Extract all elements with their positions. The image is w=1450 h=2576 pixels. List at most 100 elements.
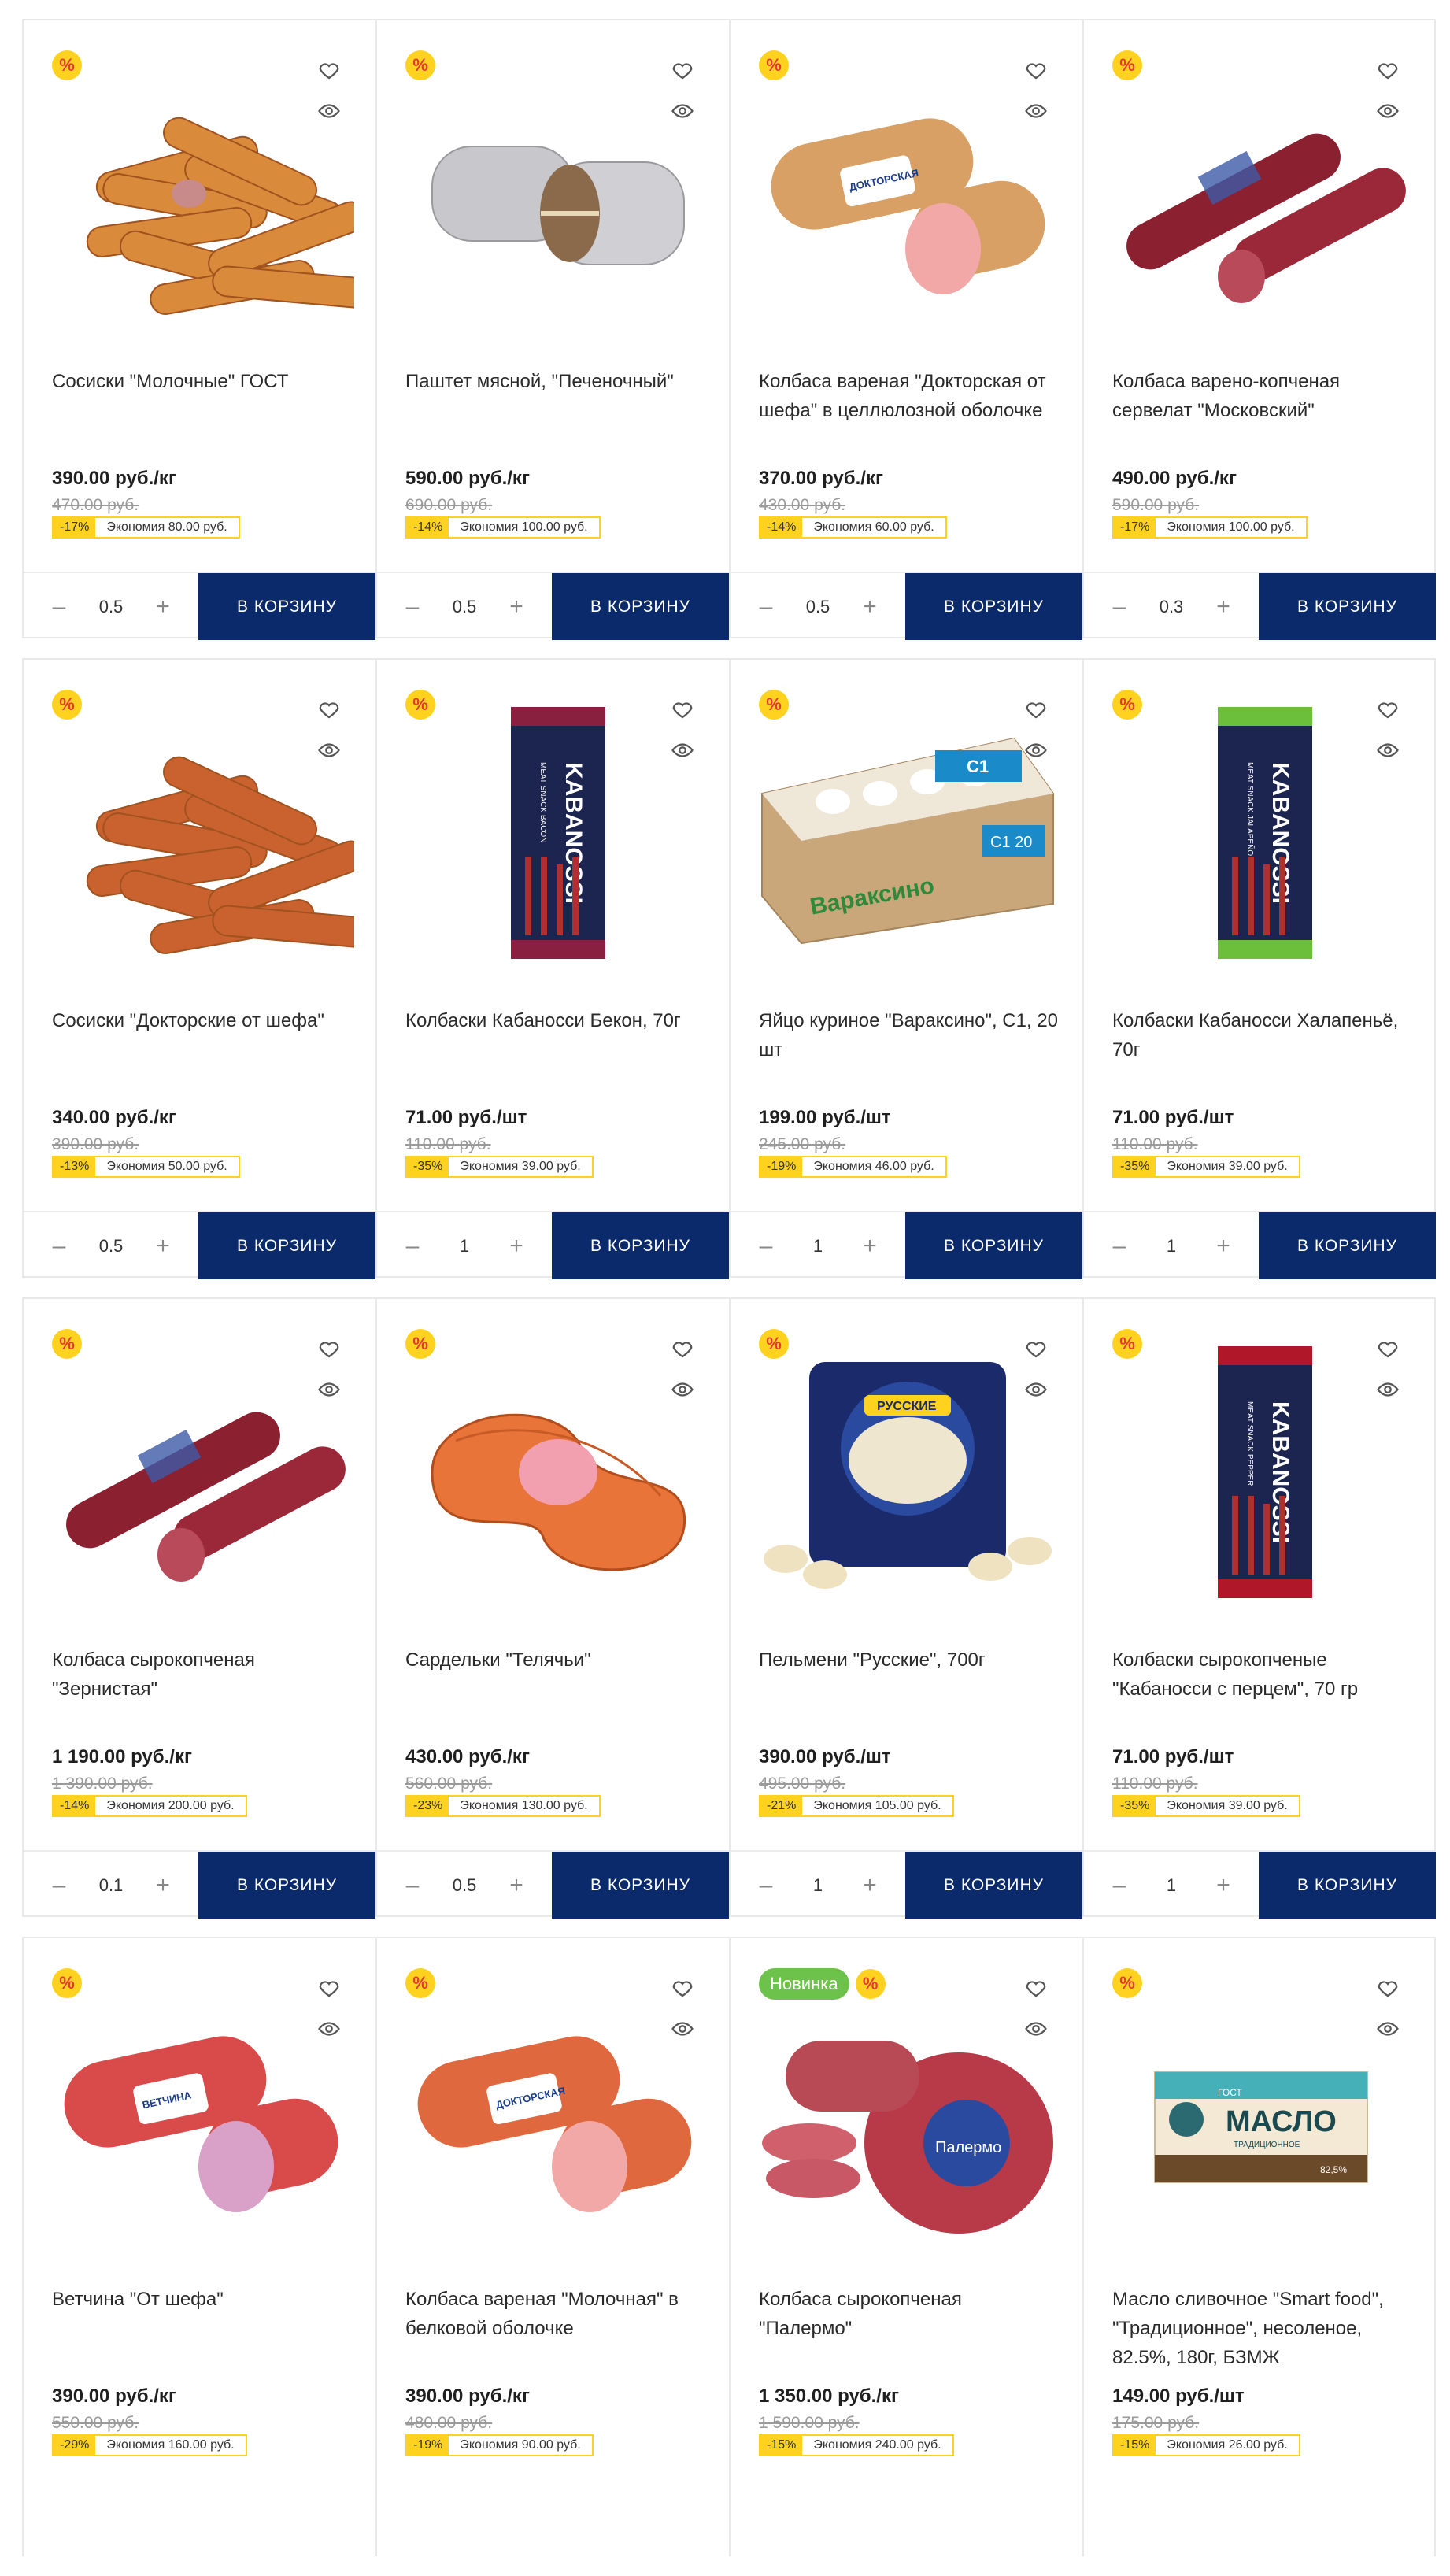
eye-icon[interactable] <box>1024 738 1048 762</box>
increase-button[interactable]: + <box>1211 1233 1235 1260</box>
decrease-button[interactable]: – <box>1108 1233 1131 1260</box>
product-image[interactable] <box>401 68 708 320</box>
add-to-cart-button[interactable]: В КОРЗИНУ <box>198 1852 375 1919</box>
quantity-value[interactable]: 0.5 <box>453 597 477 617</box>
product-name[interactable]: Колбаса сырокопченая "Зернистая" <box>52 1645 351 1704</box>
add-to-cart-button[interactable]: В КОРЗИНУ <box>198 1212 375 1279</box>
decrease-button[interactable]: – <box>401 1233 424 1260</box>
heart-icon[interactable] <box>317 698 341 721</box>
quantity-stepper[interactable]: – 0.5 + <box>24 573 198 640</box>
add-to-cart-button[interactable]: В КОРЗИНУ <box>1259 1212 1436 1279</box>
eye-icon[interactable] <box>1024 2017 1048 2041</box>
quantity-value[interactable]: 0.5 <box>453 1875 477 1896</box>
product-image[interactable] <box>401 1346 708 1598</box>
product-image[interactable]: ДОКТОРСКАЯ <box>401 1986 708 2237</box>
eye-icon[interactable] <box>1024 99 1048 123</box>
product-image[interactable] <box>47 68 379 320</box>
product-card[interactable]: % МАСЛО ТРАДИЦИОННОЕ ГОСТ 82,5% Масло сл… <box>1082 1937 1436 2556</box>
eye-icon[interactable] <box>671 1378 694 1401</box>
quantity-stepper[interactable]: – 1 + <box>1084 1212 1259 1279</box>
decrease-button[interactable]: – <box>754 594 778 620</box>
quantity-stepper[interactable]: – 0.3 + <box>1084 573 1259 640</box>
add-to-cart-button[interactable]: В КОРЗИНУ <box>198 573 375 640</box>
eye-icon[interactable] <box>1024 1378 1048 1401</box>
heart-icon[interactable] <box>1376 58 1400 82</box>
add-to-cart-button[interactable]: В КОРЗИНУ <box>1259 573 1436 640</box>
quantity-value[interactable]: 1 <box>1167 1875 1176 1896</box>
increase-button[interactable]: + <box>858 1872 882 1899</box>
product-card[interactable]: % KABANOSSI MEAT SNACK PEPPER Колбаски с… <box>1082 1297 1436 1919</box>
quantity-stepper[interactable]: – 1 + <box>731 1212 905 1279</box>
product-image[interactable]: C1 C1 20 Вараксино <box>754 707 1061 959</box>
decrease-button[interactable]: – <box>47 1233 71 1260</box>
product-name[interactable]: Паштет мясной, "Печеночный" <box>405 367 705 396</box>
eye-icon[interactable] <box>671 99 694 123</box>
decrease-button[interactable]: – <box>401 1872 424 1899</box>
quantity-value[interactable]: 0.5 <box>99 597 124 617</box>
decrease-button[interactable]: – <box>47 594 71 620</box>
product-name[interactable]: Масло сливочное "Smart food", "Традицион… <box>1112 2285 1411 2372</box>
increase-button[interactable]: + <box>505 594 528 620</box>
add-to-cart-button[interactable]: В КОРЗИНУ <box>905 1212 1082 1279</box>
increase-button[interactable]: + <box>858 594 882 620</box>
product-name[interactable]: Сардельки "Телячьи" <box>405 1645 705 1675</box>
decrease-button[interactable]: – <box>754 1233 778 1260</box>
eye-icon[interactable] <box>1376 2017 1400 2041</box>
product-card[interactable]: % ДОКТОРСКАЯ Колбаса вареная "Докторская… <box>729 19 1082 640</box>
product-image[interactable]: KABANOSSI MEAT SNACK BACON <box>401 707 708 959</box>
heart-icon[interactable] <box>1376 1337 1400 1360</box>
product-card[interactable]: % Сардельки "Телячьи" 430.00 руб./кг 560… <box>375 1297 729 1919</box>
product-image[interactable]: РУССКИЕ <box>754 1346 1061 1598</box>
quantity-value[interactable]: 1 <box>1167 1236 1176 1257</box>
quantity-value[interactable]: 0.1 <box>99 1875 124 1896</box>
product-card[interactable]: % KABANOSSI MEAT SNACK JALAPEÑO Колбаски… <box>1082 658 1436 1279</box>
heart-icon[interactable] <box>671 1976 694 2000</box>
heart-icon[interactable] <box>1024 58 1048 82</box>
increase-button[interactable]: + <box>151 594 175 620</box>
heart-icon[interactable] <box>671 58 694 82</box>
product-name[interactable]: Колбаски Кабаносси Бекон, 70г <box>405 1006 705 1035</box>
product-name[interactable]: Сосиски "Докторские от шефа" <box>52 1006 351 1035</box>
decrease-button[interactable]: – <box>47 1872 71 1899</box>
product-card[interactable]: % РУССКИЕ Пельмени "Русские", 700г 390.0… <box>729 1297 1082 1919</box>
eye-icon[interactable] <box>1376 1378 1400 1401</box>
product-image[interactable]: ДОКТОРСКАЯ <box>754 68 1061 320</box>
add-to-cart-button[interactable]: В КОРЗИНУ <box>905 1852 1082 1919</box>
heart-icon[interactable] <box>1024 698 1048 721</box>
quantity-value[interactable]: 1 <box>813 1236 823 1257</box>
heart-icon[interactable] <box>317 1976 341 2000</box>
quantity-stepper[interactable]: – 0.5 + <box>377 1852 552 1919</box>
increase-button[interactable]: + <box>151 1872 175 1899</box>
product-card[interactable]: % C1 C1 20 Вараксино Яйцо куриное "Варак… <box>729 658 1082 1279</box>
heart-icon[interactable] <box>317 1337 341 1360</box>
quantity-stepper[interactable]: – 1 + <box>377 1212 552 1279</box>
product-card[interactable]: Новинка% Палермо Колбаса сырокопченая "П… <box>729 1937 1082 2556</box>
quantity-stepper[interactable]: – 1 + <box>1084 1852 1259 1919</box>
product-name[interactable]: Яйцо куриное "Вараксино", С1, 20 шт <box>759 1006 1058 1064</box>
product-image[interactable]: Палермо <box>754 1986 1061 2237</box>
product-card[interactable]: % Колбаса варено-копченая сервелат "Моск… <box>1082 19 1436 640</box>
product-card[interactable]: % KABANOSSI MEAT SNACK BACON Колбаски Ка… <box>375 658 729 1279</box>
product-name[interactable]: Сосиски "Молочные" ГОСТ <box>52 367 351 396</box>
product-image[interactable] <box>1108 68 1415 320</box>
decrease-button[interactable]: – <box>1108 1872 1131 1899</box>
quantity-value[interactable]: 0.3 <box>1160 597 1184 617</box>
quantity-value[interactable]: 0.5 <box>806 597 830 617</box>
product-card[interactable]: % ВЕТЧИНА Ветчина "От шефа" 390.00 руб./… <box>22 1937 375 2556</box>
product-name[interactable]: Колбаски Кабаносси Халапеньё, 70г <box>1112 1006 1411 1064</box>
quantity-stepper[interactable]: – 0.5 + <box>731 573 905 640</box>
increase-button[interactable]: + <box>858 1233 882 1260</box>
add-to-cart-button[interactable]: В КОРЗИНУ <box>905 573 1082 640</box>
product-name[interactable]: Пельмени "Русские", 700г <box>759 1645 1058 1675</box>
eye-icon[interactable] <box>671 2017 694 2041</box>
heart-icon[interactable] <box>1376 698 1400 721</box>
quantity-stepper[interactable]: – 0.5 + <box>377 573 552 640</box>
eye-icon[interactable] <box>671 738 694 762</box>
heart-icon[interactable] <box>1376 1976 1400 2000</box>
quantity-stepper[interactable]: – 0.1 + <box>24 1852 198 1919</box>
product-name[interactable]: Колбаса вареная "Молочная" в белковой об… <box>405 2285 705 2343</box>
quantity-value[interactable]: 1 <box>813 1875 823 1896</box>
heart-icon[interactable] <box>1024 1337 1048 1360</box>
product-name[interactable]: Колбаса вареная "Докторская от шефа" в ц… <box>759 367 1058 425</box>
increase-button[interactable]: + <box>1211 594 1235 620</box>
